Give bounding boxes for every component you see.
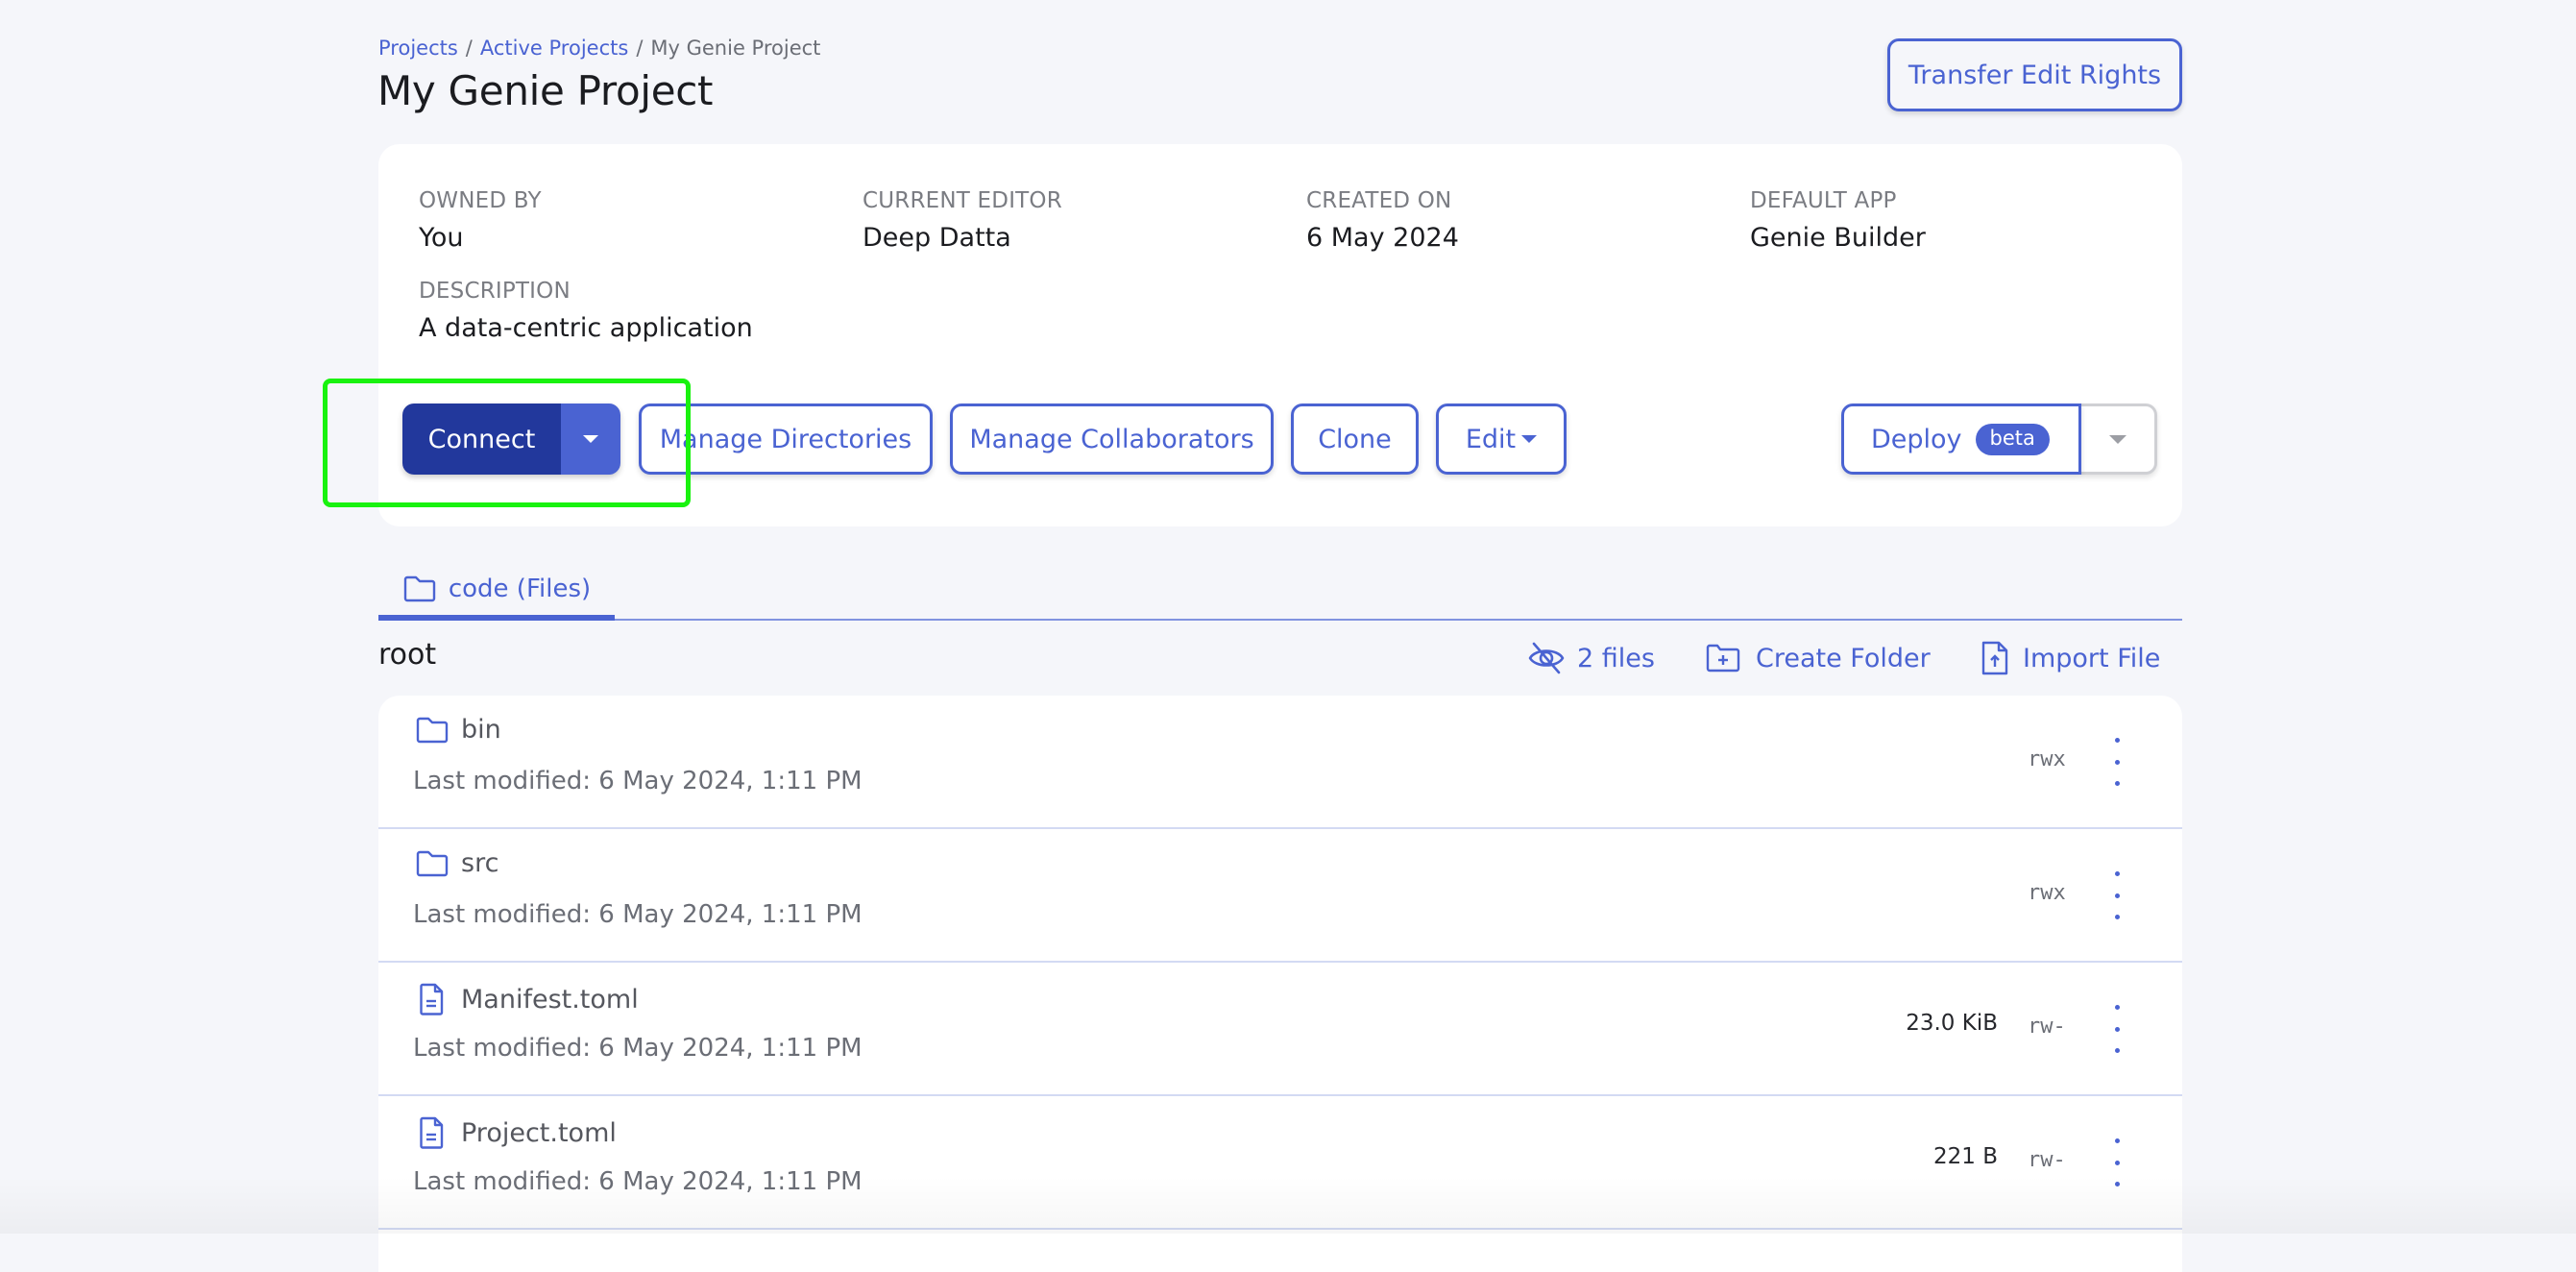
breadcrumb-projects-link[interactable]: Projects [378, 37, 458, 60]
create-folder-button[interactable]: Create Folder [1706, 638, 1931, 678]
active-tab-indicator [378, 615, 615, 621]
file-row[interactable]: src Last modified: 6 May 2024, 1:11 PM r… [378, 829, 2182, 963]
description-value: A data-centric application [419, 313, 753, 343]
clone-button[interactable]: Clone [1291, 404, 1419, 475]
file-modified: Last modified: 6 May 2024, 1:11 PM [413, 767, 863, 795]
more-options-icon[interactable] [2107, 1005, 2126, 1053]
edit-dropdown-button[interactable]: Edit [1436, 404, 1567, 475]
edit-label: Edit [1465, 424, 1517, 454]
file-permissions: rwx [2028, 747, 2066, 771]
file-text-icon [420, 983, 444, 1015]
eye-off-icon [1528, 642, 1565, 674]
connect-dropdown-toggle[interactable] [561, 404, 620, 475]
manage-collaborators-button[interactable]: Manage Collaborators [950, 404, 1274, 475]
folder-icon [416, 717, 449, 743]
current-editor-label: CURRENT EDITOR [863, 188, 1062, 213]
breadcrumb-active-projects-link[interactable]: Active Projects [480, 37, 628, 60]
create-folder-label: Create Folder [1756, 643, 1931, 673]
page-title: My Genie Project [377, 67, 714, 114]
current-path: root [378, 638, 437, 672]
owned-by-label: OWNED BY [419, 188, 542, 213]
beta-badge: beta [1975, 423, 2050, 455]
tab-code-files[interactable]: code (Files) [378, 557, 615, 621]
file-permissions: rw- [2028, 1015, 2066, 1039]
caret-down-icon [583, 435, 598, 443]
file-modified: Last modified: 6 May 2024, 1:11 PM [413, 1167, 863, 1196]
file-name-wrap: Project.toml [415, 1115, 617, 1150]
file-row[interactable]: bin Last modified: 6 May 2024, 1:11 PM r… [378, 696, 2182, 829]
file-name[interactable]: src [461, 848, 498, 878]
deploy-button[interactable]: Deploy beta [1841, 404, 2081, 475]
file-text-icon [420, 1116, 444, 1149]
tab-label: code (Files) [448, 575, 592, 603]
file-list: bin Last modified: 6 May 2024, 1:11 PM r… [378, 696, 2182, 1272]
folder-icon [403, 575, 436, 602]
hidden-files-count: 2 files [1577, 643, 1655, 673]
file-name-wrap: Manifest.toml [415, 982, 639, 1016]
breadcrumb: Projects / Active Projects / My Genie Projec… [378, 37, 820, 60]
caret-down-icon [2109, 434, 2126, 444]
transfer-edit-rights-button[interactable]: Transfer Edit Rights [1887, 38, 2182, 111]
file-row[interactable]: Project.toml Last modified: 6 May 2024, … [378, 1096, 2182, 1230]
created-on-value: 6 May 2024 [1306, 223, 1459, 253]
owned-by-value: You [419, 223, 464, 253]
connect-split-button: Connect [402, 404, 620, 475]
file-permissions: rwx [2028, 881, 2066, 905]
folder-plus-icon [1706, 644, 1740, 673]
file-name-wrap: src [415, 848, 498, 878]
default-app-label: DEFAULT APP [1750, 188, 1897, 213]
file-permissions: rw- [2028, 1148, 2066, 1172]
current-editor-value: Deep Datta [863, 223, 1011, 253]
breadcrumb-separator: / [636, 37, 644, 60]
file-upload-icon [1981, 641, 2008, 675]
file-name[interactable]: Manifest.toml [461, 985, 639, 1015]
created-on-label: CREATED ON [1306, 188, 1452, 213]
caret-down-icon [1521, 435, 1538, 443]
description-label: DESCRIPTION [419, 279, 571, 304]
file-modified: Last modified: 6 May 2024, 1:11 PM [413, 900, 863, 929]
file-name-wrap: bin [415, 715, 501, 745]
breadcrumb-separator: / [465, 37, 473, 60]
file-row[interactable]: Manifest.toml Last modified: 6 May 2024,… [378, 963, 2182, 1096]
deploy-label: Deploy [1871, 424, 1962, 454]
file-modified: Last modified: 6 May 2024, 1:11 PM [413, 1034, 863, 1063]
deploy-dropdown-toggle[interactable] [2081, 404, 2157, 475]
more-options-icon[interactable] [2107, 1138, 2126, 1186]
connect-button[interactable]: Connect [402, 404, 561, 475]
breadcrumb-current: My Genie Project [650, 37, 821, 60]
manage-directories-button[interactable]: Manage Directories [639, 404, 933, 475]
folder-icon [416, 850, 449, 876]
tab-divider [615, 619, 2182, 621]
default-app-value: Genie Builder [1750, 223, 1926, 253]
deploy-split-button: Deploy beta [1841, 404, 2157, 475]
file-name[interactable]: bin [461, 715, 501, 745]
file-size: 221 B [1933, 1144, 1998, 1169]
more-options-icon[interactable] [2107, 738, 2126, 786]
more-options-icon[interactable] [2107, 871, 2126, 919]
file-name[interactable]: Project.toml [461, 1118, 617, 1148]
file-size: 23.0 KiB [1906, 1011, 1998, 1036]
import-file-label: Import File [2023, 643, 2161, 673]
toggle-hidden-files-button[interactable]: 2 files [1527, 638, 1655, 678]
import-file-button[interactable]: Import File [1981, 638, 2160, 678]
